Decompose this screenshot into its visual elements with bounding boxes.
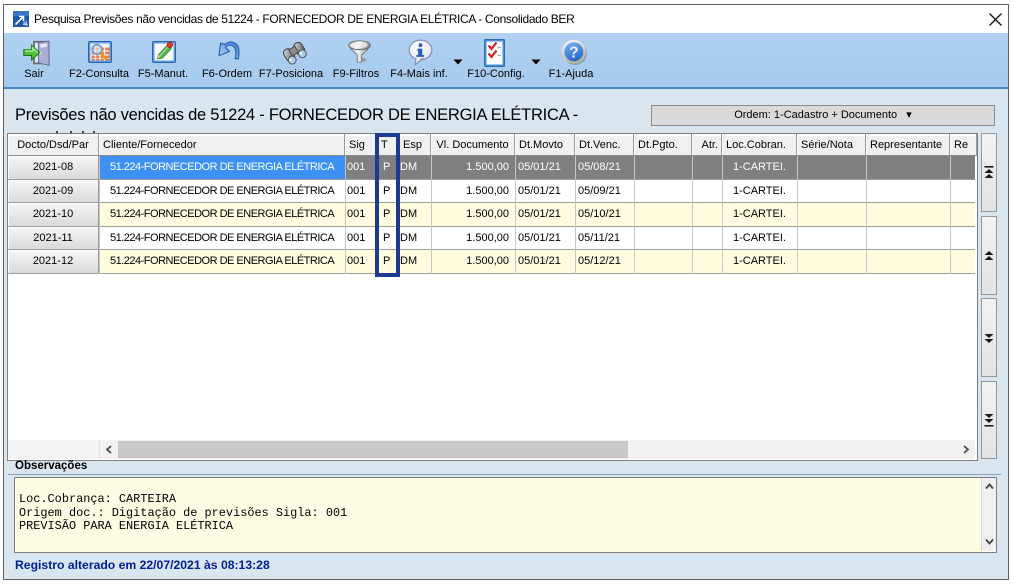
svg-text:?: ? [569, 44, 578, 61]
